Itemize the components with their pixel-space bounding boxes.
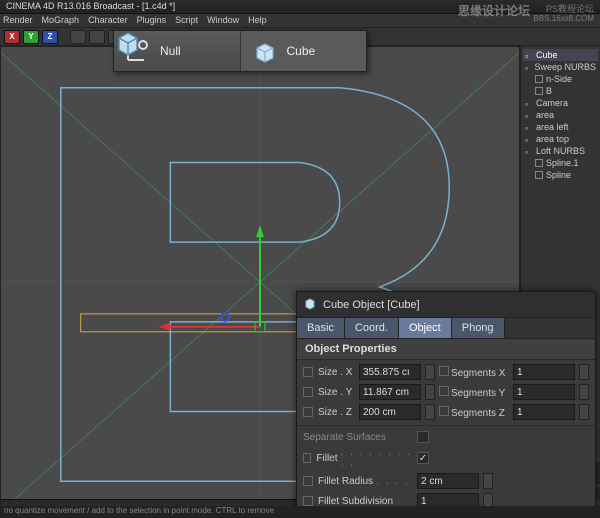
tree-item-nside[interactable]: n-Side bbox=[523, 73, 598, 85]
menu-plugins[interactable]: Plugins bbox=[137, 14, 167, 27]
tree-item-spline[interactable]: Spline bbox=[523, 169, 598, 181]
menu-bar: Render MoGraph Character Plugins Script … bbox=[0, 14, 600, 28]
props-title: Cube Object [Cube] bbox=[323, 299, 420, 311]
size-z-label: Size . Z bbox=[303, 407, 355, 418]
size-y-input[interactable] bbox=[359, 384, 421, 400]
size-z-spinner[interactable] bbox=[425, 404, 435, 420]
menu-mograph[interactable]: MoGraph bbox=[42, 14, 80, 27]
tree-item-area-top[interactable]: ▫area top bbox=[523, 133, 598, 145]
segments-y-input[interactable] bbox=[513, 384, 575, 400]
primitive-popup: Null Cube bbox=[113, 30, 367, 72]
menu-character[interactable]: Character bbox=[88, 14, 128, 27]
menu-render[interactable]: Render bbox=[3, 14, 33, 27]
primitive-cube-icon[interactable] bbox=[113, 27, 143, 57]
fillet-subdivision-label: Fillet Subdivision bbox=[303, 496, 413, 507]
menu-help[interactable]: Help bbox=[248, 14, 267, 27]
tree-item-b[interactable]: B bbox=[523, 85, 598, 97]
tab-phong[interactable]: Phong bbox=[452, 318, 505, 338]
segments-z-label: Segments Z bbox=[439, 406, 509, 419]
axis-z-button[interactable]: Z bbox=[42, 30, 58, 44]
window-titlebar: CINEMA 4D R13.016 Broadcast - [1.c4d *] bbox=[0, 0, 600, 14]
fillet-checkbox[interactable] bbox=[417, 452, 429, 464]
menu-script[interactable]: Script bbox=[175, 14, 198, 27]
segments-z-spinner[interactable] bbox=[579, 404, 589, 420]
props-heading: Object Properties bbox=[297, 339, 595, 360]
tree-item-spline1[interactable]: Spline.1 bbox=[523, 157, 598, 169]
segments-x-label: Segments X bbox=[439, 366, 509, 379]
axis-y-button[interactable]: Y bbox=[23, 30, 39, 44]
cube-label: Cube bbox=[287, 44, 316, 58]
size-y-spinner[interactable] bbox=[425, 384, 435, 400]
fillet-radius-spinner[interactable] bbox=[483, 473, 493, 489]
tab-object[interactable]: Object bbox=[399, 318, 452, 338]
segments-y-label: Segments Y bbox=[439, 386, 509, 399]
tree-item-sweep[interactable]: ▫Sweep NURBS bbox=[523, 61, 598, 73]
tab-coord[interactable]: Coord. bbox=[345, 318, 399, 338]
fillet-radius-label: Fillet Radius . . . . bbox=[303, 476, 413, 487]
tool-button[interactable] bbox=[89, 30, 105, 44]
segments-x-input[interactable] bbox=[513, 364, 575, 380]
tree-item-loft[interactable]: ▫Loft NURBS bbox=[523, 145, 598, 157]
segments-z-input[interactable] bbox=[513, 404, 575, 420]
separate-surfaces-label: Separate Surfaces bbox=[303, 432, 413, 443]
size-z-input[interactable] bbox=[359, 404, 421, 420]
axis-x-button[interactable]: X bbox=[4, 30, 20, 44]
tree-item-area-left[interactable]: ▫area left bbox=[523, 121, 598, 133]
segments-x-spinner[interactable] bbox=[579, 364, 589, 380]
segments-y-spinner[interactable] bbox=[579, 384, 589, 400]
size-x-label: Size . X bbox=[303, 367, 355, 378]
size-x-spinner[interactable] bbox=[425, 364, 435, 380]
tree-item-area[interactable]: ▫area bbox=[523, 109, 598, 121]
attribute-manager: Cube Object [Cube] Basic Coord. Object P… bbox=[296, 291, 596, 514]
fillet-radius-input[interactable] bbox=[417, 473, 479, 489]
size-y-label: Size . Y bbox=[303, 387, 355, 398]
null-label: Null bbox=[160, 44, 181, 58]
tool-button[interactable] bbox=[70, 30, 86, 44]
tree-item-cube[interactable]: ▫Cube bbox=[523, 49, 598, 61]
tree-item-camera[interactable]: ▫Camera bbox=[523, 97, 598, 109]
size-x-input[interactable] bbox=[359, 364, 421, 380]
window-title: CINEMA 4D R13.016 Broadcast - [1.c4d *] bbox=[6, 1, 175, 11]
cube-option[interactable]: Cube bbox=[241, 31, 367, 71]
menu-window[interactable]: Window bbox=[207, 14, 239, 27]
separate-surfaces-checkbox[interactable] bbox=[417, 431, 429, 443]
props-tabs: Basic Coord. Object Phong bbox=[297, 318, 595, 339]
cube-icon bbox=[249, 36, 279, 66]
tab-basic[interactable]: Basic bbox=[297, 318, 345, 338]
cube-icon bbox=[303, 296, 317, 313]
fillet-label: Fillet . . . . . . . . . . bbox=[303, 447, 413, 469]
status-bar: no quantize movement / add to the select… bbox=[0, 506, 600, 518]
